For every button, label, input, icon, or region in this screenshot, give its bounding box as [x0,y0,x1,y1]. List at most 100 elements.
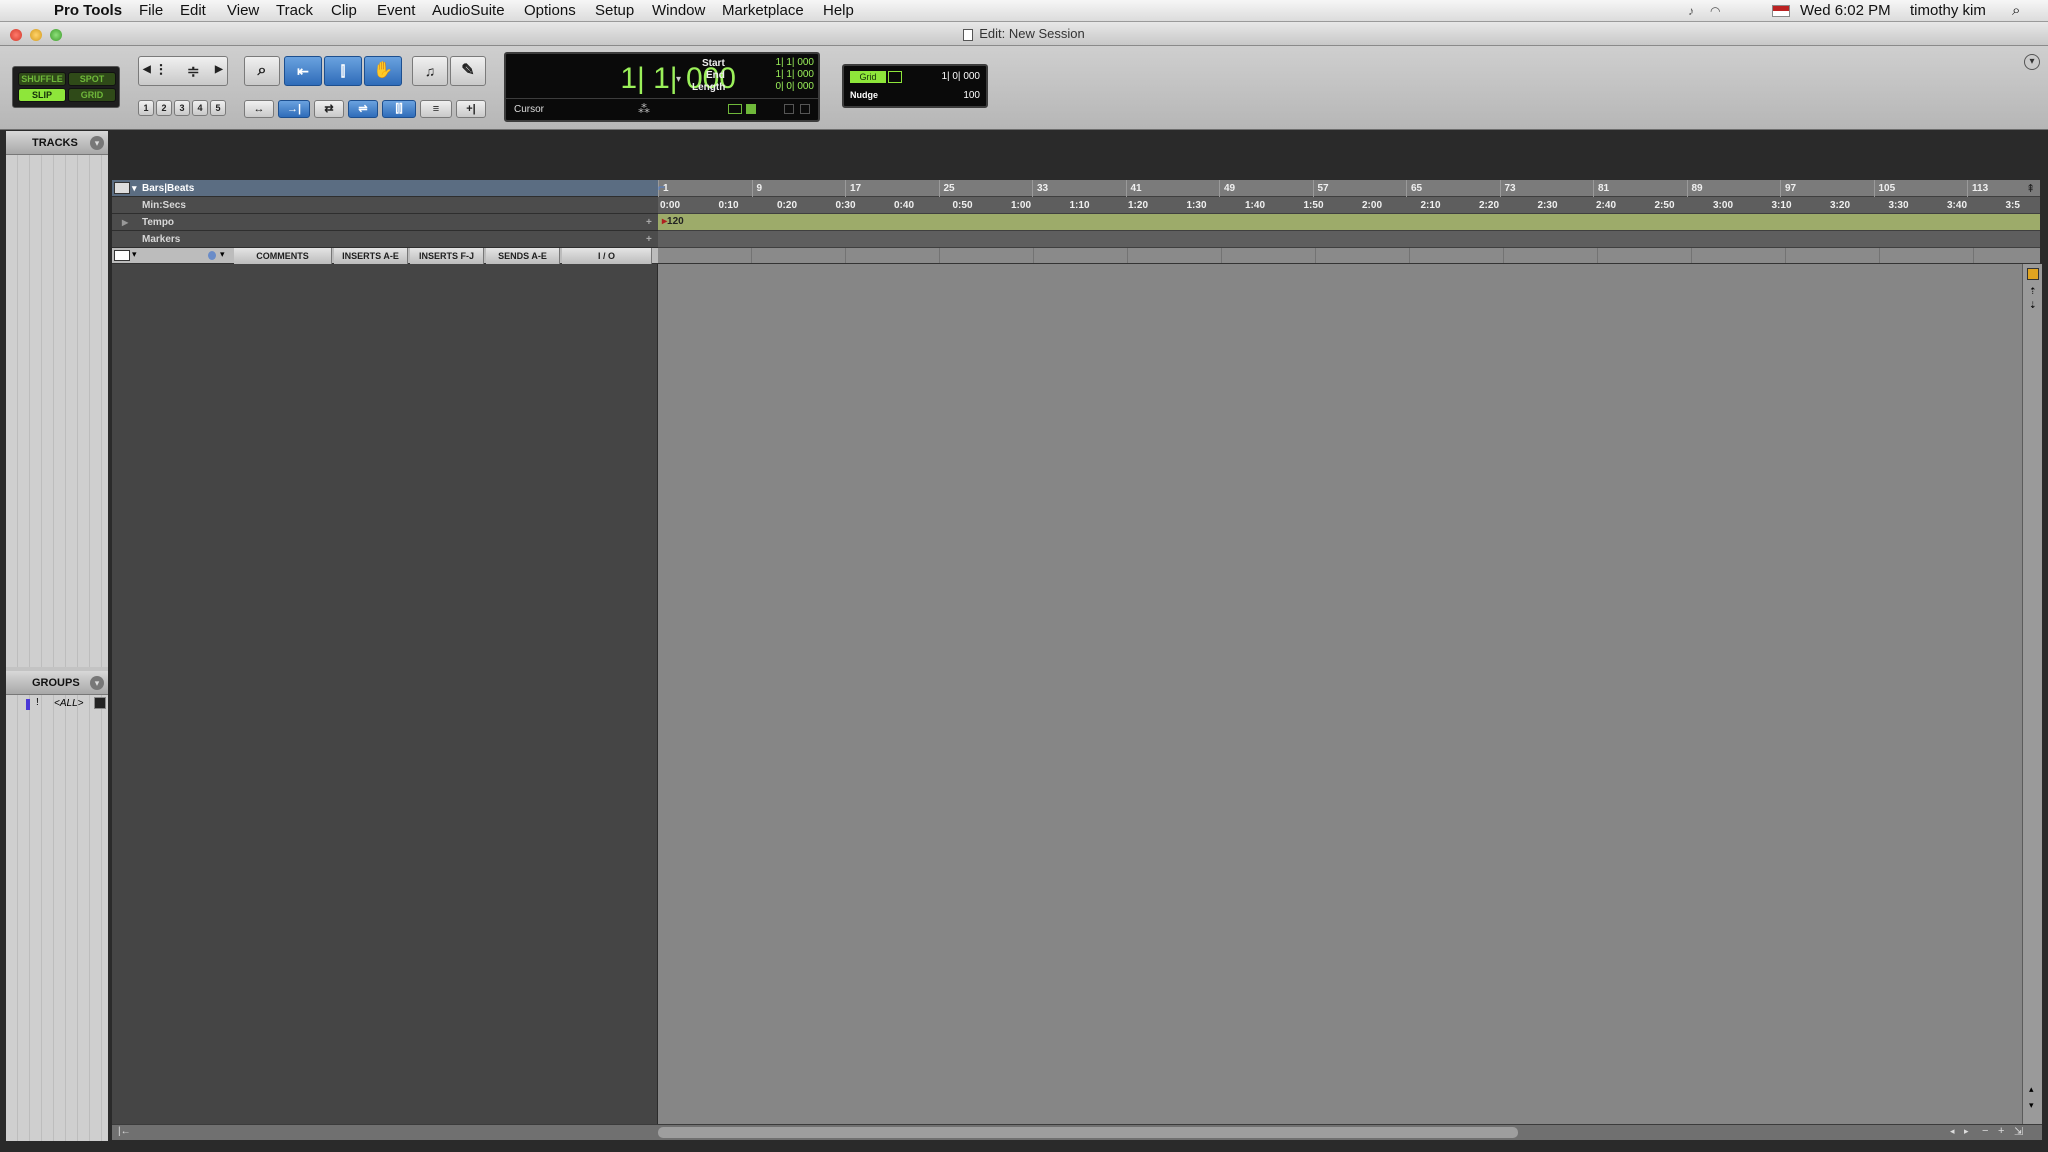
ruler-view-icon[interactable] [114,182,130,194]
menu-clip[interactable]: Clip [331,2,357,20]
vertical-scrollbar[interactable]: ⇡ ⇣ ▴ ▾ [2022,264,2042,1124]
playhead-icon[interactable]: ⌐ [658,180,665,194]
zoomer-tool-icon[interactable]: ⌕ [244,56,280,86]
grid-icon[interactable] [888,71,902,83]
track-view-icon[interactable] [114,250,130,261]
timeline-link-icon[interactable]: ≡ [420,100,452,118]
zoom-in-icon[interactable]: + [1998,1125,2004,1137]
track-list-area[interactable] [112,264,658,1124]
track-view-dropdown-icon[interactable]: ▾ [132,249,137,260]
shuffle-mode-button[interactable]: SHUFFLE [18,72,66,86]
toolbar-menu-icon[interactable]: ▾ [2024,54,2040,70]
menu-edit[interactable]: Edit [180,2,206,20]
menu-setup[interactable]: Setup [595,2,634,20]
return-to-start-icon[interactable]: |← [118,1126,131,1137]
midi-zoom-icon[interactable]: ≑ [187,62,200,80]
horizontal-scrollbar[interactable]: |← ◂ ▸ − + ⇲ [112,1124,2042,1140]
counter-dropdown-icon[interactable]: ▾ [676,74,681,85]
bars-beats-ruler[interactable]: 1 9 17 25 33 41 49 57 65 73 81 89 97 105 113 [658,180,2040,197]
close-button[interactable] [10,29,22,41]
scrubber-tool-icon[interactable]: ♫ [412,56,448,86]
zoom-out-arrow-icon[interactable]: ◀ [143,64,151,75]
search-icon[interactable]: ⌕ [2012,2,2020,20]
menu-track[interactable]: Track [276,2,313,20]
ruler-options-icon[interactable]: ⇞ [2026,182,2035,195]
clock[interactable]: Wed 6:02 PM [1800,2,1891,20]
link-selection-icon[interactable]: ⇌ [348,100,378,118]
bars-beats-ruler-label[interactable]: ▾ Bars|Beats [112,180,658,197]
keyboard-focus-icon[interactable]: +| [456,100,486,118]
transport-option-2-icon[interactable] [800,104,810,114]
horizontal-scroll-thumb[interactable] [658,1127,1518,1138]
scroll-up-icon[interactable]: ▴ [2029,1084,2034,1095]
slip-mode-button[interactable]: SLIP [18,88,66,102]
mirror-midi-icon[interactable]: ⇄ [314,100,344,118]
zoom-track-up-icon[interactable]: ⇡ [2029,286,2037,297]
wifi-icon[interactable]: ◠ [1710,2,1720,20]
add-tempo-icon[interactable]: + [646,214,652,231]
zoom-track-down-icon[interactable]: ⇣ [2029,300,2037,311]
ruler-dropdown-icon[interactable]: ▾ [132,180,137,197]
zoom-preset-4[interactable]: 4 [192,100,208,116]
column-header-2[interactable]: INSERTS F-J [410,248,484,264]
column-header-0[interactable]: COMMENTS [234,248,332,264]
zoom-button[interactable] [50,29,62,41]
length-value[interactable]: 0| 0| 000 [754,81,814,92]
menu-view[interactable]: View [227,2,259,20]
markers-ruler[interactable] [658,231,2040,248]
trim-tool-icon[interactable]: ⇤ [284,56,322,86]
universe-icon[interactable] [2027,268,2039,280]
min-secs-ruler[interactable]: 0:00 0:10 0:20 0:30 0:40 0:50 1:00 1:10 1:20 1:30… [658,197,2040,214]
volume-icon[interactable]: ♪ [1688,2,1694,20]
zoom-preset-3[interactable]: 3 [174,100,190,116]
pencil-tool-icon[interactable]: ✎ [450,56,486,86]
nudge-value[interactable]: 100 [904,90,980,101]
flag-icon[interactable] [1772,5,1790,17]
timebase-icon[interactable] [208,251,216,260]
menu-options[interactable]: Options [524,2,576,20]
tempo-expand-icon[interactable]: ▶ [122,214,128,231]
markers-ruler-label[interactable]: Markers + [112,231,658,248]
start-value[interactable]: 1| 1| 000 [754,57,814,68]
column-header-3[interactable]: SENDS A-E [486,248,560,264]
column-header-4[interactable]: I / O [562,248,652,264]
menu-window[interactable]: Window [652,2,705,20]
add-marker-icon[interactable]: + [646,231,652,248]
insertion-follows-icon[interactable]: ⫿⫿ [382,100,416,118]
tab-to-transient-icon[interactable]: →| [278,100,310,118]
tempo-ruler[interactable]: ▸120 [658,214,2040,231]
grid-mode-button[interactable]: GRID [68,88,116,102]
group-toggle-icon[interactable] [94,697,106,709]
user-name[interactable]: timothy kim [1910,2,1986,20]
scroll-left-icon[interactable]: ◂ [1950,1126,1955,1137]
grid-label[interactable]: Grid [850,71,886,83]
zoom-preset-1[interactable]: 1 [138,100,154,116]
post-roll-icon[interactable] [746,104,756,114]
zoom-fit-icon[interactable]: ⇲ [2014,1125,2023,1138]
end-value[interactable]: 1| 1| 000 [754,69,814,80]
pre-roll-icon[interactable] [728,104,742,114]
selector-tool-icon[interactable]: ⫿ [324,56,362,86]
tracks-list[interactable] [6,155,108,667]
min-secs-ruler-label[interactable]: Min:Secs [112,197,658,214]
grid-value[interactable]: 1| 0| 000 [904,71,980,82]
menu-audiosuite[interactable]: AudioSuite [432,2,505,20]
groups-menu-icon[interactable]: ▾ [90,676,104,690]
zoom-preset-5[interactable]: 5 [210,100,226,116]
scroll-right-icon[interactable]: ▸ [1964,1126,1969,1137]
timebase-dropdown-icon[interactable]: ▾ [220,249,225,260]
tempo-marker[interactable]: ▸120 [662,216,684,227]
zoom-out-icon[interactable]: − [1982,1125,1988,1137]
column-header-1[interactable]: INSERTS A-E [334,248,408,264]
zoom-preset-2[interactable]: 2 [156,100,172,116]
menu-help[interactable]: Help [823,2,854,20]
scroll-down-icon[interactable]: ▾ [2029,1100,2034,1111]
edit-window-timeline[interactable] [658,264,2022,1124]
transport-option-icon[interactable] [784,104,794,114]
minimize-button[interactable] [30,29,42,41]
app-menu[interactable]: Pro Tools [54,2,122,20]
menu-event[interactable]: Event [377,2,415,20]
menu-file[interactable]: File [139,2,163,20]
group-all-item[interactable]: <ALL> [54,698,83,709]
zoom-in-arrow-icon[interactable]: ▶ [215,64,223,75]
